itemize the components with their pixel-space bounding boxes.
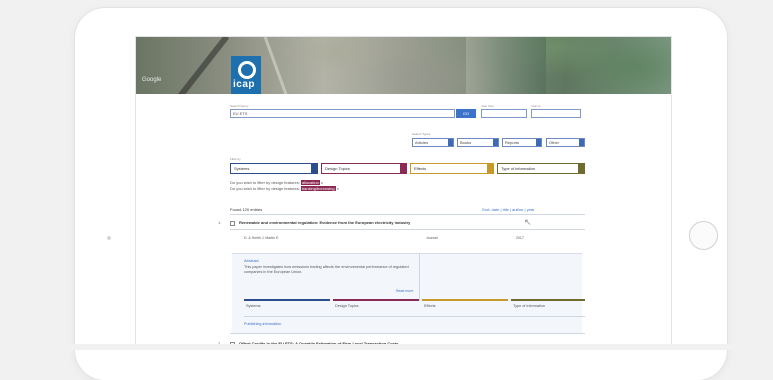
type-filter-books[interactable]: Books — [457, 138, 499, 147]
column-divider — [419, 253, 420, 301]
results-count: Found 120 entries — [230, 207, 263, 212]
year-from-input[interactable] — [481, 109, 527, 118]
search-types-label: Search Types — [412, 132, 431, 136]
abstract-title[interactable]: Abstract — [244, 258, 259, 263]
type-filter-reports[interactable]: Reports — [502, 138, 542, 147]
type-filter-label: Books — [460, 140, 472, 145]
chevron-down-icon — [493, 139, 498, 146]
chevron-down-icon — [578, 164, 584, 173]
banner-road — [168, 37, 230, 94]
divider — [244, 316, 585, 317]
chevron-down-icon — [536, 139, 541, 146]
tag-type-of-information: Type of information — [513, 304, 546, 308]
year-to-label: Year to — [531, 104, 541, 108]
filter-label: Type of information — [501, 166, 536, 171]
result-checkbox[interactable] — [230, 221, 235, 226]
type-filter-label: Other — [549, 140, 560, 145]
remove-tag-icon[interactable]: x — [337, 186, 339, 191]
remove-tag-icon[interactable]: x — [321, 180, 323, 185]
tag-underline-systems — [244, 299, 330, 301]
filter-label: Effects — [414, 166, 427, 171]
result-journal: Journal — [426, 236, 438, 240]
search-label: Search Query — [230, 104, 249, 108]
note-text: Do you wish to filter by design features… — [230, 180, 300, 185]
chevron-down-icon — [400, 164, 406, 173]
chevron-down-icon — [579, 139, 584, 146]
chevron-down-icon — [448, 139, 453, 146]
page-bottom — [0, 344, 773, 350]
tag-underline-effects — [422, 299, 508, 301]
year-to-input[interactable] — [531, 109, 581, 118]
filter-note-1: Do you wish to filter by design features… — [230, 180, 323, 185]
note-text: Do you wish to filter by design features… — [230, 186, 300, 191]
year-from-label: Year from — [481, 104, 494, 108]
divider — [230, 333, 585, 334]
result-year: 2017 — [516, 236, 524, 240]
divider — [230, 229, 585, 230]
tablet-camera — [107, 236, 111, 240]
map-label: Google — [142, 77, 162, 83]
tablet-home-button[interactable] — [689, 221, 718, 250]
go-button[interactable]: GO — [456, 109, 476, 118]
tag-effects: Effects — [424, 304, 436, 308]
mouse-pointer-icon: ↖ — [524, 217, 532, 227]
result-title[interactable]: Renewable and environmental regulation: … — [239, 220, 410, 225]
logo-text: icap — [233, 79, 256, 90]
tag-design-topics: Design Topics — [335, 304, 359, 308]
tag-underline-design — [333, 299, 419, 301]
filter-systems[interactable]: Systems — [230, 163, 318, 174]
abstract-text: This paper investigates how emissions tr… — [244, 265, 409, 274]
tag-systems: Systems — [246, 304, 261, 308]
active-tag-banking[interactable]: banking/borrowing — [300, 186, 336, 191]
tablet-screen: Google icap Search Query EU ETS GO Year … — [135, 36, 672, 350]
search-input[interactable]: EU ETS — [230, 109, 455, 118]
type-filter-articles[interactable]: Articles — [412, 138, 454, 147]
type-filter-other[interactable]: Other — [546, 138, 585, 147]
result-authors: D. & Smith J, Martin E — [244, 236, 279, 240]
filter-type-of-information[interactable]: Type of information — [497, 163, 585, 174]
filter-label: Systems — [234, 166, 250, 171]
banner-coast — [466, 37, 546, 94]
active-tag-allocation[interactable]: allocation — [300, 180, 320, 185]
sort-links[interactable]: Sort: date | title | author | year — [482, 207, 534, 212]
filter-effects[interactable]: Effects — [410, 163, 494, 174]
publishing-info-link[interactable]: Publishing information — [244, 322, 281, 326]
read-more-link[interactable]: Read more — [396, 289, 413, 293]
type-filter-label: Articles — [415, 140, 429, 145]
icap-logo[interactable]: icap — [231, 56, 261, 94]
header-banner: Google — [136, 37, 671, 94]
divider — [230, 214, 585, 215]
chevron-down-icon — [311, 164, 317, 173]
result-index: 1. — [218, 220, 222, 225]
chevron-down-icon — [487, 164, 493, 173]
type-filter-label: Reports — [505, 140, 520, 145]
logo-circle-icon — [238, 61, 256, 79]
banner-road-2 — [262, 37, 293, 94]
filter-design-topics[interactable]: Design Topics — [321, 163, 407, 174]
filter-note-2: Do you wish to filter by design features… — [230, 186, 339, 191]
filter-by-label: Filter by — [230, 157, 241, 161]
filter-label: Design Topics — [325, 166, 350, 171]
tag-underline-type — [511, 299, 585, 301]
